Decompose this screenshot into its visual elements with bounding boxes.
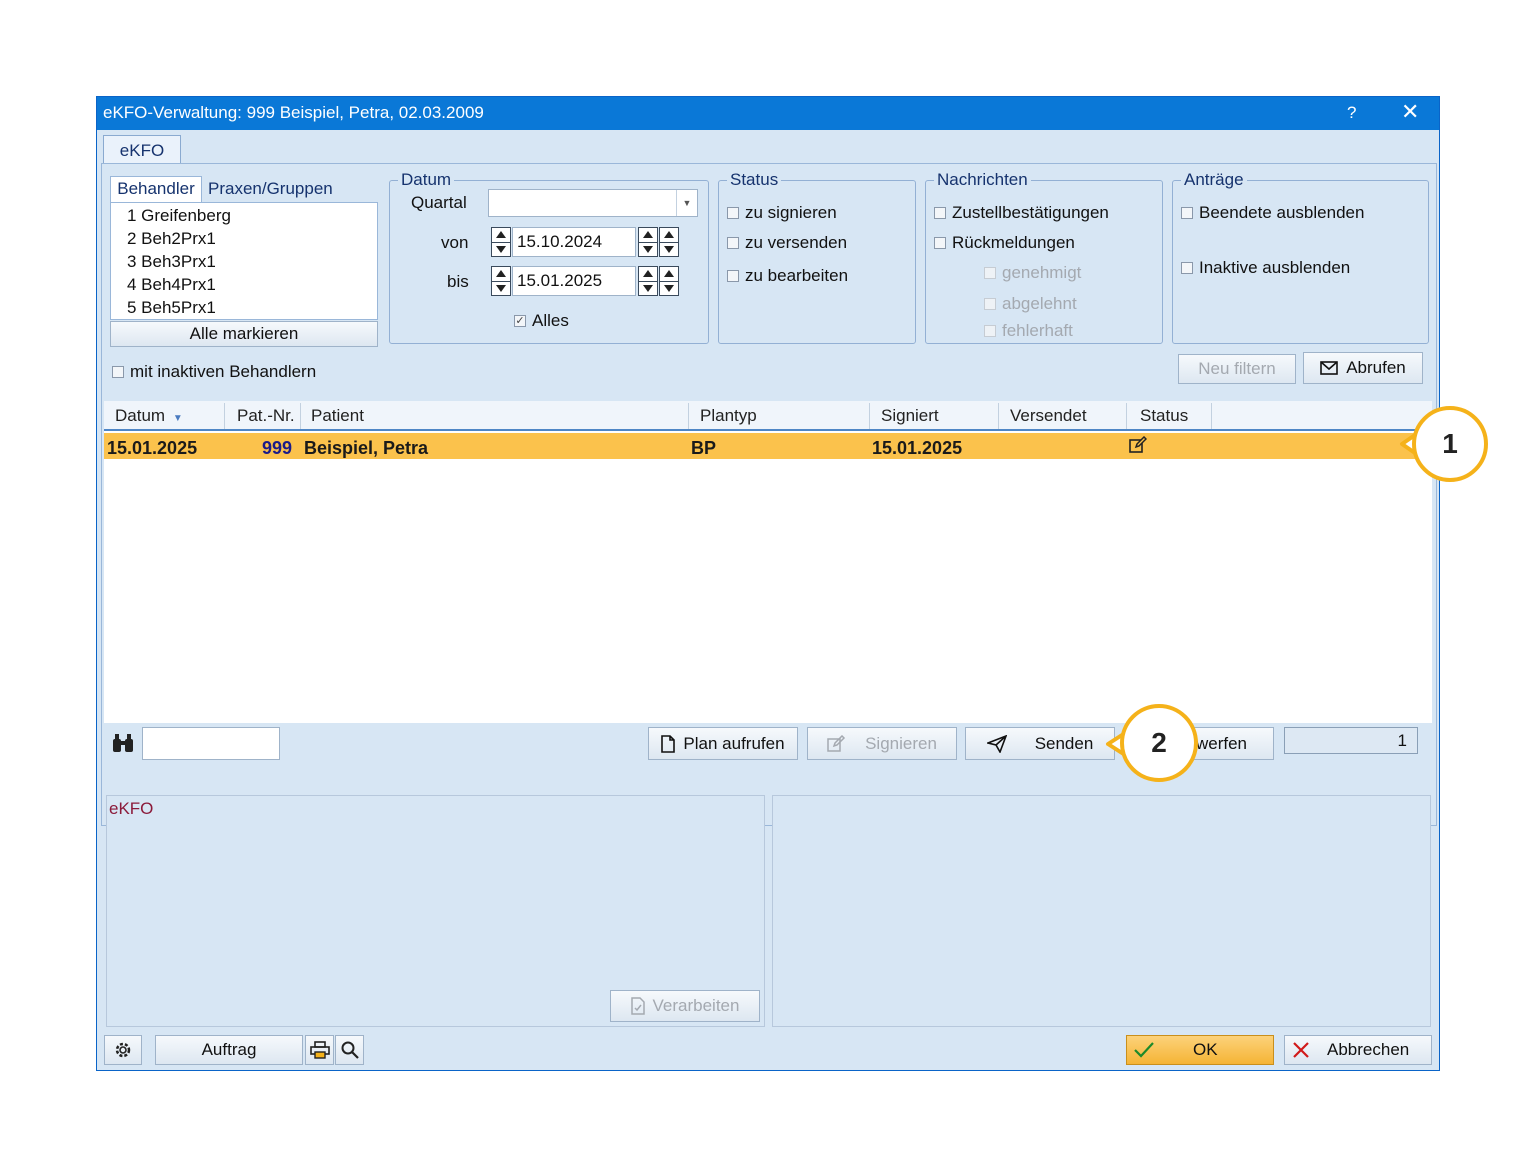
bis-label: bis xyxy=(447,272,469,291)
ok-button[interactable]: OK xyxy=(1126,1035,1274,1065)
record-counter: 1 xyxy=(1284,727,1418,754)
column-header-status[interactable]: Status xyxy=(1140,406,1188,426)
close-icon[interactable]: ✕ xyxy=(1401,101,1419,123)
von-spin-right-2[interactable] xyxy=(659,227,679,257)
antraege-title: Anträge xyxy=(1181,170,1247,190)
document-icon xyxy=(630,997,645,1015)
zu-versenden-checkbox[interactable]: zu versenden xyxy=(727,233,847,253)
neu-filtern-button[interactable]: Neu filtern xyxy=(1178,354,1296,384)
checkbox-box xyxy=(112,366,124,378)
gear-icon xyxy=(115,1042,131,1058)
von-spin-right-1[interactable] xyxy=(638,227,658,257)
list-item[interactable]: 1 Greifenberg xyxy=(127,206,231,226)
column-header-patient[interactable]: Patient xyxy=(311,406,364,426)
cell-patient: Beispiel, Petra xyxy=(304,438,429,458)
envelope-icon xyxy=(1320,361,1339,375)
magnifier-icon xyxy=(341,1041,359,1059)
tab-praxen-gruppen[interactable]: Praxen/Gruppen xyxy=(208,179,333,199)
list-item[interactable]: 3 Beh3Prx1 xyxy=(127,252,216,272)
callout-badge: 2 xyxy=(1120,704,1198,782)
document-icon xyxy=(661,734,676,753)
tab-behandler[interactable]: Behandler xyxy=(110,176,202,202)
alle-markieren-button[interactable]: Alle markieren xyxy=(110,321,378,347)
datum-title: Datum xyxy=(398,170,455,190)
quartal-label: Quartal xyxy=(411,193,467,212)
rueckmeldungen-checkbox[interactable]: Rückmeldungen xyxy=(934,233,1075,253)
abgelehnt-checkbox[interactable]: abgelehnt xyxy=(984,294,1077,314)
zu-bearbeiten-checkbox[interactable]: zu bearbeiten xyxy=(727,266,848,286)
cell-patnr: 999 xyxy=(262,438,293,458)
behandler-list[interactable]: 1 Greifenberg 2 Beh2Prx1 3 Beh3Prx1 4 Be… xyxy=(110,202,378,320)
nachrichten-group: Nachrichten Zustellbestätigungen Rückmel… xyxy=(925,170,1163,344)
quartal-select[interactable]: ▼ xyxy=(488,189,698,217)
inaktive-ausblenden-checkbox[interactable]: Inaktive ausblenden xyxy=(1181,258,1350,278)
callout-2: 2 xyxy=(1100,704,1200,784)
plan-aufrufen-button[interactable]: Plan aufrufen xyxy=(648,727,798,760)
plan-table[interactable]: 15.01.2025 999 Beispiel, Petra BP 15.01.… xyxy=(104,431,1432,723)
zustellbestaetigungen-checkbox[interactable]: Zustellbestätigungen xyxy=(934,203,1109,223)
print-button[interactable] xyxy=(305,1035,334,1065)
von-date-input[interactable]: 15.10.2024 xyxy=(512,227,636,257)
edit-icon xyxy=(1129,436,1147,453)
ekfo-info-pane: eKFO Verarbeiten xyxy=(106,795,765,1027)
status-title: Status xyxy=(727,170,782,190)
callout-badge: 1 xyxy=(1412,406,1488,482)
cell-datum: 15.01.2025 xyxy=(107,438,198,458)
settings-button[interactable] xyxy=(104,1035,142,1065)
tab-ekfo[interactable]: eKFO xyxy=(103,135,181,166)
printer-icon xyxy=(309,1041,330,1059)
nachrichten-title: Nachrichten xyxy=(934,170,1031,190)
abrufen-button[interactable]: Abrufen xyxy=(1303,352,1423,384)
list-item[interactable]: 4 Beh4Prx1 xyxy=(127,275,216,295)
window-title: eKFO-Verwaltung: 999 Beispiel, Petra, 02… xyxy=(103,103,484,122)
bis-spin-left[interactable] xyxy=(491,266,511,296)
detail-pane xyxy=(772,795,1431,1027)
status-group: Status zu signieren zu versenden zu bear… xyxy=(718,170,916,344)
abbrechen-button[interactable]: Abbrechen xyxy=(1284,1035,1432,1065)
senden-button[interactable]: Senden xyxy=(965,727,1115,760)
beendete-ausblenden-checkbox[interactable]: Beendete ausblenden xyxy=(1181,203,1364,223)
cell-signiert: 15.01.2025 xyxy=(872,438,963,458)
cell-plantyp: BP xyxy=(691,438,717,458)
edit-icon xyxy=(827,734,846,752)
list-item[interactable]: 5 Beh5Prx1 xyxy=(127,298,216,318)
close-icon xyxy=(1293,1042,1309,1058)
fehlerhaft-checkbox[interactable]: fehlerhaft xyxy=(984,321,1073,341)
zu-signieren-checkbox[interactable]: zu signieren xyxy=(727,203,837,223)
check-icon: ✓ xyxy=(514,315,526,327)
sort-indicator-icon: ▼ xyxy=(172,413,183,424)
help-button[interactable]: ? xyxy=(1347,103,1356,123)
von-spin-left[interactable] xyxy=(491,227,511,257)
chevron-down-icon[interactable]: ▼ xyxy=(676,190,697,216)
column-header-plantyp[interactable]: Plantyp xyxy=(700,406,757,426)
callout-1: 1 xyxy=(1392,404,1492,484)
ekfo-pane-label: eKFO xyxy=(109,799,154,818)
paper-plane-icon xyxy=(986,734,1007,753)
search-input[interactable] xyxy=(142,727,280,760)
column-header-versendet[interactable]: Versendet xyxy=(1010,406,1087,426)
genehmigt-checkbox[interactable]: genehmigt xyxy=(984,263,1081,283)
datum-group: Datum Quartal ▼ von 15.10.2024 bis 15.01… xyxy=(389,170,709,344)
auftrag-button[interactable]: Auftrag xyxy=(155,1035,303,1065)
bis-spin-right-1[interactable] xyxy=(638,266,658,296)
preview-button[interactable] xyxy=(335,1035,364,1065)
verarbeiten-button[interactable]: Verarbeiten xyxy=(610,990,760,1022)
alles-checkbox[interactable]: ✓ Alles xyxy=(514,311,569,331)
antraege-group: Anträge Beendete ausblenden Inaktive aus… xyxy=(1172,170,1429,344)
table-row[interactable]: 15.01.2025 999 Beispiel, Petra BP 15.01.… xyxy=(104,433,1432,459)
title-bar: eKFO-Verwaltung: 999 Beispiel, Petra, 02… xyxy=(97,97,1439,130)
column-header-datum[interactable]: Datum ▼ xyxy=(115,406,183,426)
binoculars-icon[interactable] xyxy=(111,733,135,753)
table-header: Datum ▼ Pat.-Nr. Patient Plantyp Signier… xyxy=(104,401,1432,431)
list-item[interactable]: 2 Beh2Prx1 xyxy=(127,229,216,249)
signieren-button[interactable]: Signieren xyxy=(807,727,957,760)
inactive-behandler-checkbox[interactable]: mit inaktiven Behandlern xyxy=(112,362,316,382)
bis-date-input[interactable]: 15.01.2025 xyxy=(512,266,636,296)
column-header-signiert[interactable]: Signiert xyxy=(881,406,939,426)
checkmark-icon xyxy=(1134,1042,1154,1058)
von-label: von xyxy=(441,233,469,252)
bis-spin-right-2[interactable] xyxy=(659,266,679,296)
column-header-patnr[interactable]: Pat.-Nr. xyxy=(237,406,295,426)
